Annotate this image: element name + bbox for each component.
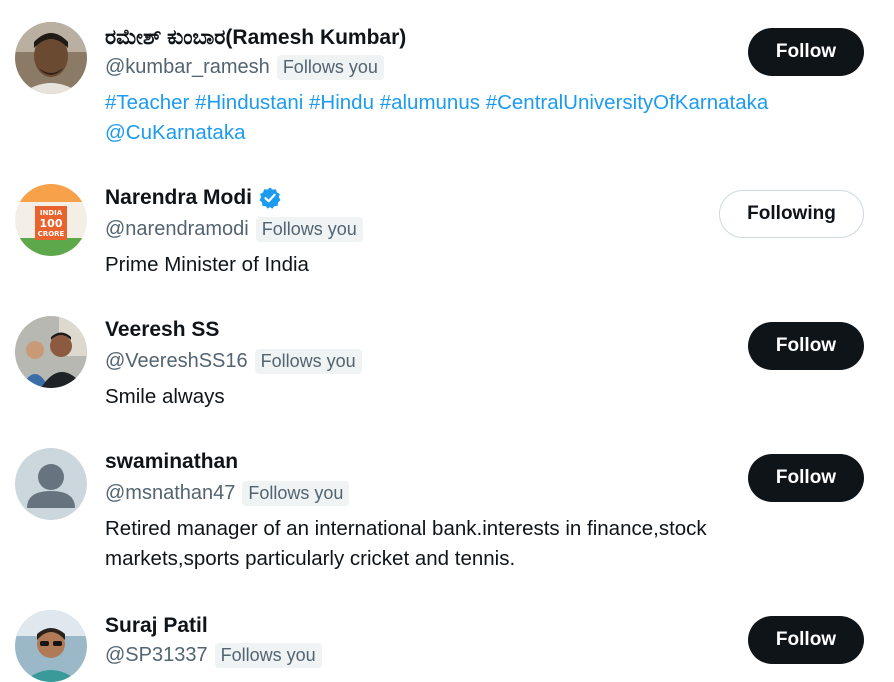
user-bio: #Teacher #Hindustani #Hindu #alumunus #C… bbox=[105, 88, 865, 148]
name-row: Suraj Patil bbox=[105, 612, 208, 640]
verified-badge-icon bbox=[258, 186, 282, 210]
handle-row: @narendramodi Follows you bbox=[105, 214, 363, 244]
handle-row: @kumbar_ramesh Follows you bbox=[105, 52, 384, 82]
user-name[interactable]: ರಮೇಶ್ ಕುಂಬಾರ(Ramesh Kumbar) bbox=[105, 26, 406, 50]
user-bio: Smile always bbox=[105, 385, 225, 408]
user-handle[interactable]: @narendramodi bbox=[105, 218, 249, 241]
user-cell[interactable]: Suraj Patil @SP31337 Follows you Follow bbox=[0, 586, 894, 682]
user-name[interactable]: Narendra Modi bbox=[105, 186, 252, 210]
bio-line: Retired manager of an international bank… bbox=[105, 517, 707, 540]
hashtag-link[interactable]: #Teacher bbox=[105, 91, 189, 114]
avatar[interactable]: INDIA 100 CRORE bbox=[15, 184, 87, 256]
user-handle[interactable]: @SP31337 bbox=[105, 644, 208, 667]
hashtag-link[interactable]: #CentralUniversityOfKarnataka bbox=[486, 91, 769, 114]
user-cell[interactable]: swaminathan @msnathan47 Follows you Reti… bbox=[0, 424, 894, 586]
avatar-text: 100 bbox=[40, 217, 63, 230]
hashtag-link[interactable]: #alumunus bbox=[380, 91, 480, 114]
follow-button[interactable]: Follow bbox=[748, 616, 864, 664]
avatar[interactable] bbox=[15, 316, 87, 388]
user-handle[interactable]: @VeereshSS16 bbox=[105, 350, 248, 373]
handle-row: @msnathan47 Follows you bbox=[105, 478, 350, 508]
hashtag-link[interactable]: #Hindu bbox=[309, 91, 374, 114]
handle-row: @SP31337 Follows you bbox=[105, 640, 322, 670]
follows-you-badge: Follows you bbox=[255, 216, 363, 242]
user-bio: Retired manager of an international bank… bbox=[105, 514, 865, 574]
user-cell[interactable]: INDIA 100 CRORE Narendra Modi @narendram… bbox=[0, 160, 894, 292]
hashtag-link[interactable]: #Hindustani bbox=[195, 91, 303, 114]
user-bio: Prime Minister of India bbox=[105, 253, 309, 276]
user-name[interactable]: swaminathan bbox=[105, 450, 238, 474]
follow-button[interactable]: Follow bbox=[748, 322, 864, 370]
avatar-text: INDIA bbox=[40, 209, 63, 217]
following-button[interactable]: Following bbox=[719, 190, 864, 238]
avatar-text: CRORE bbox=[38, 230, 65, 238]
avatar[interactable] bbox=[15, 448, 87, 520]
follows-you-badge: Follows you bbox=[214, 642, 322, 668]
follows-you-badge: Follows you bbox=[276, 54, 384, 80]
name-row: Narendra Modi bbox=[105, 184, 282, 212]
user-handle[interactable]: @msnathan47 bbox=[105, 482, 235, 505]
avatar[interactable] bbox=[15, 610, 87, 682]
name-row: Veeresh SS bbox=[105, 316, 219, 344]
follow-button[interactable]: Follow bbox=[748, 454, 864, 502]
follows-you-badge: Follows you bbox=[254, 348, 362, 374]
user-name[interactable]: Veeresh SS bbox=[105, 318, 219, 342]
bio-line: markets,sports particularly cricket and … bbox=[105, 547, 516, 570]
user-handle[interactable]: @kumbar_ramesh bbox=[105, 56, 270, 79]
avatar[interactable] bbox=[15, 22, 87, 94]
follow-button[interactable]: Follow bbox=[748, 28, 864, 76]
handle-row: @VeereshSS16 Follows you bbox=[105, 346, 362, 376]
mention-link[interactable]: @CuKarnataka bbox=[105, 121, 245, 144]
user-name[interactable]: Suraj Patil bbox=[105, 614, 208, 638]
name-row: ರಮೇಶ್ ಕುಂಬಾರ(Ramesh Kumbar) bbox=[105, 24, 406, 52]
follows-you-badge: Follows you bbox=[242, 480, 350, 506]
user-cell[interactable]: ರಮೇಶ್ ಕುಂಬಾರ(Ramesh Kumbar) @kumbar_rame… bbox=[0, 0, 894, 160]
name-row: swaminathan bbox=[105, 448, 238, 476]
user-cell[interactable]: Veeresh SS @VeereshSS16 Follows you Smil… bbox=[0, 292, 894, 424]
